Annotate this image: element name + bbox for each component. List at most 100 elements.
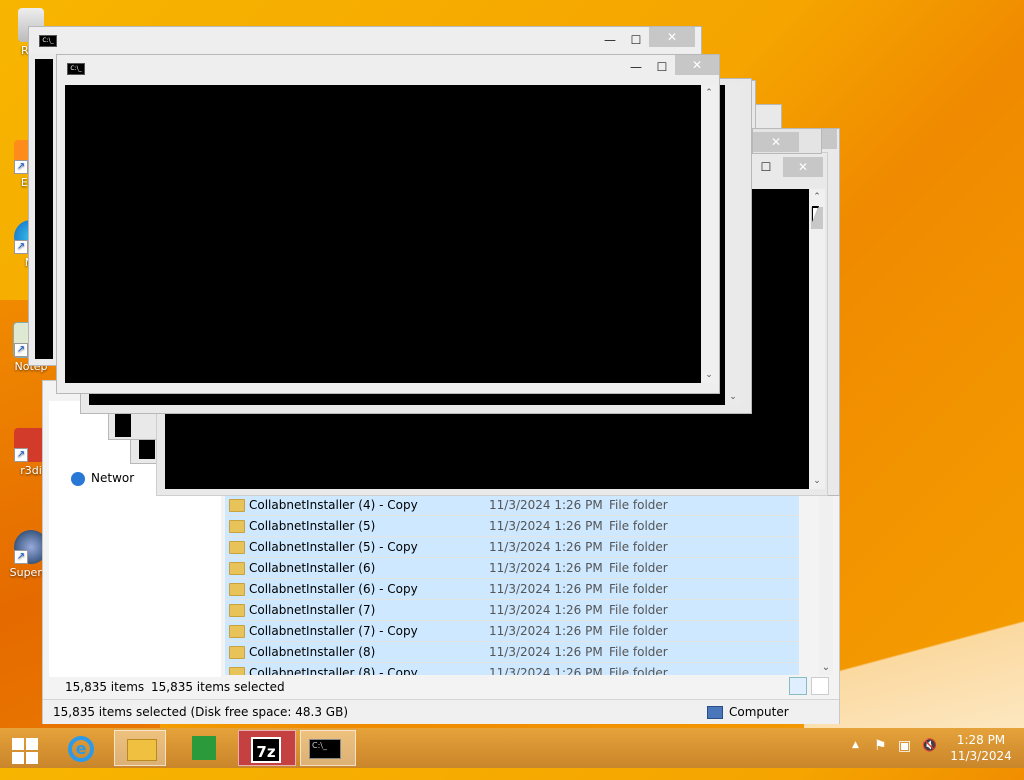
item-count-bar: 15,835 items 15,835 items selected: [43, 677, 841, 697]
shortcut-arrow-icon: ↗: [14, 160, 28, 174]
large-icons-view-button[interactable]: [811, 677, 829, 695]
file-type: File folder: [609, 540, 668, 554]
scroll-up-icon[interactable]: ⌃: [701, 85, 717, 101]
file-date: 11/3/2024 1:26 PM: [489, 624, 603, 638]
action-center-flag-icon[interactable]: ⚑: [874, 738, 887, 778]
maximize-button[interactable]: ☐: [649, 57, 675, 77]
windows-logo-icon: [26, 738, 38, 750]
taskbar-7zip[interactable]: 7z: [238, 730, 296, 766]
taskbar-file-explorer[interactable]: [114, 730, 166, 766]
maximize-button[interactable]: ☐: [623, 30, 649, 50]
file-name: CollabnetInstaller (6) - Copy: [249, 582, 418, 596]
file-name: CollabnetInstaller (8) - Copy: [249, 666, 418, 675]
console-scrollbar[interactable]: ⌃ ⌄: [809, 189, 825, 489]
network-icon: [71, 471, 85, 486]
file-type: File folder: [609, 666, 668, 675]
shortcut-arrow-icon: ↗: [14, 448, 28, 462]
file-date: 11/3/2024 1:26 PM: [489, 498, 603, 512]
start-button[interactable]: [6, 730, 46, 766]
file-name: CollabnetInstaller (7) - Copy: [249, 624, 418, 638]
command-prompt-icon: C:\_: [309, 739, 341, 759]
folder-icon: [229, 562, 245, 575]
console-screen[interactable]: [35, 59, 53, 359]
file-type: File folder: [609, 582, 668, 596]
table-row[interactable]: CollabnetInstaller (8) 11/3/2024 1:26 PM F…: [225, 642, 799, 663]
shortcut-arrow-icon: ↗: [14, 343, 28, 357]
file-date: 11/3/2024 1:26 PM: [489, 645, 603, 659]
console-scrollbar[interactable]: ⌄: [725, 85, 741, 405]
windows-logo-icon: [12, 738, 24, 750]
taskbar-store[interactable]: [178, 730, 230, 766]
console-window-3-titlebar[interactable]: ✕: [752, 128, 822, 154]
7zip-icon: 7z: [251, 737, 281, 763]
console-scrollbar[interactable]: ⌃ ⌄: [701, 85, 717, 383]
file-list: CollabnetInstaller (4) - Copy 11/3/2024 1…: [225, 495, 799, 675]
status-bar: 15,835 items selected (Disk free space: …: [43, 699, 839, 724]
windows-logo-icon: [26, 752, 38, 764]
minimize-button[interactable]: —: [597, 30, 623, 50]
file-name: CollabnetInstaller (5) - Copy: [249, 540, 418, 554]
internet-explorer-icon: e: [68, 736, 94, 762]
shortcut-arrow-icon: ↗: [14, 240, 28, 254]
table-row[interactable]: CollabnetInstaller (6) 11/3/2024 1:26 PM F…: [225, 558, 799, 579]
windows-logo-icon: [12, 752, 24, 764]
file-type: File folder: [609, 498, 668, 512]
desktop-icon-label: r3di: [20, 464, 42, 477]
status-text: 15,835 items selected (Disk free space: …: [53, 705, 349, 719]
cmd-icon: C:\_: [67, 63, 85, 75]
file-name: CollabnetInstaller (8): [249, 645, 376, 659]
table-row[interactable]: CollabnetInstaller (4) - Copy 11/3/2024 1…: [225, 495, 799, 516]
minimize-button[interactable]: —: [623, 57, 649, 77]
folder-icon: [229, 604, 245, 617]
show-hidden-icons-button[interactable]: ▲: [852, 740, 859, 780]
close-button[interactable]: ✕: [783, 157, 823, 177]
close-button[interactable]: ✕: [675, 55, 719, 75]
store-icon: [192, 736, 216, 760]
table-row[interactable]: CollabnetInstaller (5) - Copy 11/3/2024 1…: [225, 537, 799, 558]
taskbar-command-prompt[interactable]: C:\_: [300, 730, 356, 766]
file-explorer-icon: [127, 739, 157, 761]
file-name: CollabnetInstaller (6): [249, 561, 376, 575]
console-window-top[interactable]: C:\_ — ☐ ✕ ⌃ ⌄: [56, 54, 720, 394]
file-type: File folder: [609, 561, 668, 575]
file-date: 11/3/2024 1:26 PM: [489, 540, 603, 554]
scroll-up-icon[interactable]: ⌃: [809, 189, 825, 205]
file-date: 11/3/2024 1:26 PM: [489, 561, 603, 575]
console-titlebar[interactable]: C:\_ — ☐ ✕: [57, 55, 719, 79]
taskbar: e 7z C:\_ ▲ ⚑ ▣ 🔇 1:28 PM 11/3/2024: [0, 728, 1024, 768]
maximize-button[interactable]: ☐: [753, 157, 779, 177]
file-date: 11/3/2024 1:26 PM: [489, 666, 603, 675]
table-row[interactable]: CollabnetInstaller (8) - Copy 11/3/2024 1…: [225, 663, 799, 675]
mouse-cursor: [812, 206, 826, 222]
network-icon[interactable]: ▣: [898, 738, 911, 778]
console-titlebar[interactable]: C:\_ — ☐ ✕: [29, 27, 701, 53]
details-view-button[interactable]: [789, 677, 807, 695]
clock[interactable]: 1:28 PM 11/3/2024: [946, 732, 1016, 764]
table-row[interactable]: CollabnetInstaller (6) - Copy 11/3/2024 1…: [225, 579, 799, 600]
scroll-down-icon[interactable]: ⌄: [701, 367, 717, 383]
folder-icon: [229, 646, 245, 659]
file-name: CollabnetInstaller (7): [249, 603, 376, 617]
scroll-down-icon[interactable]: ⌄: [725, 389, 741, 405]
item-count: 15,835 items: [65, 680, 145, 694]
close-button[interactable]: ✕: [649, 27, 695, 47]
table-row[interactable]: CollabnetInstaller (7) 11/3/2024 1:26 PM F…: [225, 600, 799, 621]
volume-muted-icon[interactable]: 🔇: [922, 738, 937, 778]
folder-icon: [229, 541, 245, 554]
table-row[interactable]: CollabnetInstaller (7) - Copy 11/3/2024 1…: [225, 621, 799, 642]
file-list-scrollbar[interactable]: ⌄: [819, 495, 833, 675]
scroll-down-icon[interactable]: ⌄: [809, 473, 825, 489]
file-date: 11/3/2024 1:26 PM: [489, 603, 603, 617]
console-screen[interactable]: [65, 85, 701, 383]
clock-date: 11/3/2024: [950, 749, 1012, 763]
folder-icon: [229, 583, 245, 596]
close-button[interactable]: ✕: [753, 132, 799, 152]
scroll-down-icon[interactable]: ⌄: [819, 661, 833, 675]
location-indicator: Computer: [707, 700, 789, 724]
file-name: CollabnetInstaller (4) - Copy: [249, 498, 418, 512]
folder-icon: [229, 499, 245, 512]
file-date: 11/3/2024 1:26 PM: [489, 582, 603, 596]
taskbar-internet-explorer[interactable]: e: [56, 730, 108, 766]
nav-item-network[interactable]: Networ: [71, 471, 134, 486]
table-row[interactable]: CollabnetInstaller (5) 11/3/2024 1:26 PM F…: [225, 516, 799, 537]
